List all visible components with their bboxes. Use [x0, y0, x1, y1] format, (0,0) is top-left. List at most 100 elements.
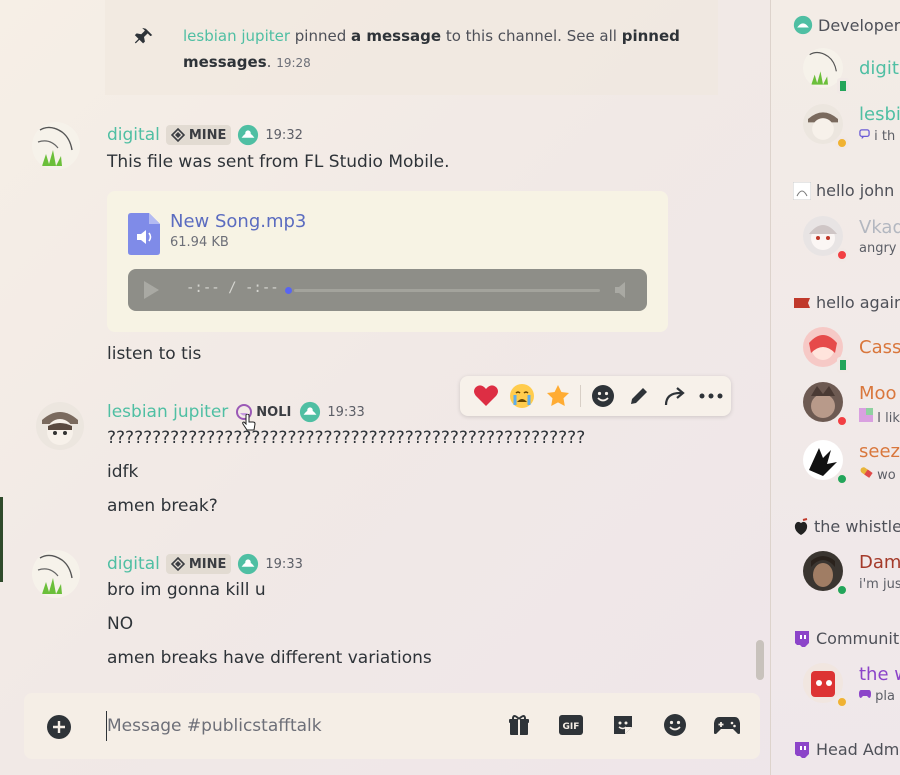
custom-status-icon — [859, 129, 870, 140]
timestamp: 19:33 — [265, 556, 303, 572]
dnd-status-icon — [835, 248, 849, 262]
member-name[interactable]: lesbi — [859, 104, 900, 125]
role-section-header: the whistle — [793, 517, 900, 536]
add-reaction-button[interactable] — [585, 378, 621, 414]
activities-button[interactable] — [714, 712, 740, 738]
username[interactable]: digital — [107, 554, 160, 574]
chat-area: lesbian jupiter pinned a message to this… — [0, 0, 770, 775]
reaction-star[interactable] — [540, 378, 576, 414]
member-name[interactable]: Cass — [859, 337, 900, 358]
pinned-message-link[interactable]: a message — [351, 27, 441, 45]
gif-icon: GIF — [559, 715, 583, 735]
audio-player: -:-- / -:-- — [128, 269, 647, 311]
crying-face-icon — [510, 384, 534, 408]
role-icon — [794, 297, 810, 308]
role-icon — [795, 630, 809, 647]
online-status-icon — [835, 583, 849, 597]
heart-icon — [474, 385, 498, 406]
mobile-status-icon — [837, 357, 849, 373]
member-name[interactable]: seez — [859, 441, 900, 462]
member-name[interactable]: the w — [859, 664, 900, 685]
section-label: Developer — [818, 15, 900, 35]
avatar-digital[interactable] — [32, 122, 80, 170]
pin-timestamp: 19:28 — [276, 56, 311, 70]
activity-icon — [859, 408, 873, 422]
message-text: bro im gonna kill u — [107, 580, 266, 600]
member-avatar[interactable] — [803, 382, 849, 428]
gif-button[interactable]: GIF — [558, 712, 584, 738]
online-status-icon — [835, 472, 849, 486]
member-avatar[interactable] — [803, 327, 849, 373]
member-list: Developer digit lesbi i th hello john d … — [770, 0, 900, 775]
message-header: digital MINE 19:33 — [107, 550, 303, 578]
sticker-button[interactable] — [610, 712, 636, 738]
member-avatar[interactable] — [803, 104, 849, 150]
reaction-crying[interactable] — [504, 378, 540, 414]
volume-icon[interactable] — [612, 279, 634, 301]
reaction-heart[interactable] — [468, 378, 504, 414]
sticker-icon — [614, 716, 632, 734]
member-avatar[interactable] — [803, 48, 849, 94]
role-icon — [794, 517, 808, 535]
server-tag[interactable]: MINE — [165, 125, 232, 145]
gift-button[interactable] — [506, 712, 532, 738]
idle-status-icon — [835, 136, 849, 150]
add-attachment-icon[interactable] — [46, 714, 72, 740]
game-icon — [859, 690, 871, 698]
composer-actions: GIF — [506, 712, 740, 738]
section-label: hello again — [816, 293, 900, 312]
username[interactable]: lesbian jupiter — [107, 402, 228, 422]
message-text: ????????????????????????????????????????… — [107, 428, 586, 448]
emoji-button[interactable] — [662, 712, 688, 738]
section-label: hello john d — [816, 181, 900, 200]
activity-text: i th — [874, 129, 896, 144]
pin-actor[interactable]: lesbian jupiter — [183, 27, 290, 45]
file-name-link[interactable]: New Song.mp3 — [170, 211, 306, 232]
message-header: lesbian jupiter NOLI 19:33 — [107, 398, 365, 426]
username[interactable]: digital — [107, 125, 160, 145]
avatar-lesbian-jupiter[interactable] — [36, 402, 84, 450]
role-badge-icon[interactable] — [237, 553, 259, 575]
member-activity: i'm jus — [859, 577, 900, 592]
progress-handle[interactable] — [285, 287, 292, 294]
diamond-icon — [170, 128, 185, 142]
add-reaction-icon — [592, 385, 614, 407]
section-label: Head Adm — [816, 740, 900, 759]
pin-text-mid: pinned — [290, 27, 352, 45]
file-size: 61.94 KB — [170, 235, 229, 250]
member-avatar[interactable] — [803, 216, 849, 262]
member-avatar[interactable] — [803, 663, 849, 709]
more-button[interactable] — [693, 378, 729, 414]
server-tag[interactable]: MINE — [165, 554, 232, 574]
audio-file-icon — [128, 213, 160, 255]
role-badge-icon[interactable] — [299, 401, 321, 423]
forward-button[interactable] — [657, 378, 693, 414]
avatar-digital[interactable] — [32, 550, 80, 598]
edit-icon — [631, 388, 647, 404]
member-name[interactable]: Moo — [859, 383, 897, 404]
message-text: This file was sent from FL Studio Mobile… — [107, 152, 450, 172]
role-section-header: hello john d — [793, 181, 900, 200]
member-name[interactable]: Vkad — [859, 217, 900, 238]
play-icon[interactable] — [140, 279, 162, 301]
mobile-status-icon — [837, 78, 849, 94]
member-activity: pla — [859, 688, 895, 704]
toolbar-divider — [580, 385, 581, 407]
section-label: Communit — [816, 629, 900, 648]
pin-text-end: to this channel. See all — [441, 27, 622, 45]
member-name[interactable]: Dam — [859, 552, 900, 573]
member-activity: i th — [859, 129, 895, 144]
role-section-header: Developer — [793, 15, 900, 35]
edit-button[interactable] — [621, 378, 657, 414]
member-name[interactable]: digit — [859, 58, 899, 79]
message-input[interactable] — [106, 711, 486, 741]
chat-scrollbar[interactable] — [756, 640, 764, 680]
role-badge-icon[interactable] — [237, 124, 259, 146]
tag-label: NOLI — [256, 404, 292, 420]
progress-bar[interactable] — [294, 289, 600, 292]
message-text: idfk — [107, 462, 139, 482]
member-avatar[interactable] — [803, 440, 849, 486]
member-avatar[interactable] — [803, 551, 849, 597]
pill-icon — [860, 467, 873, 478]
pin-icon — [134, 27, 153, 44]
